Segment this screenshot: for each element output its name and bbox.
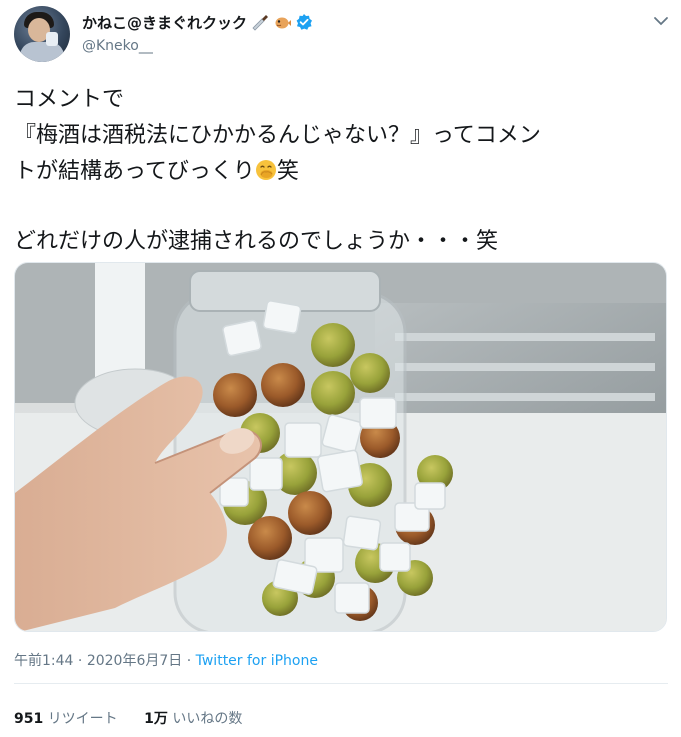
verified-badge-icon: [296, 14, 313, 30]
blowfish-icon: [275, 17, 292, 29]
kitchen-knife-icon: [252, 15, 269, 31]
display-name[interactable]: かねこ@きまぐれクック: [82, 12, 247, 33]
tweet-meta: 午前1:44 · 2020年6月7日 · Twitter for iPhone: [14, 650, 318, 670]
tweet-header: かねこ@きまぐれクック @Kneko__: [14, 6, 674, 66]
likes-stat[interactable]: 1万 いいねの数: [144, 711, 242, 727]
author-names: かねこ@きまぐれクック @Kneko__: [82, 10, 313, 54]
tweet-time[interactable]: 午前1:44: [14, 653, 73, 669]
handle[interactable]: @Kneko__: [82, 38, 313, 54]
tweet-photo[interactable]: [14, 262, 667, 632]
likes-label: いいねの数: [172, 711, 243, 727]
tweet-line: トが結構あってびっくり 笑: [14, 159, 299, 184]
face-with-hand-over-mouth-icon: [255, 160, 276, 180]
divider: [14, 683, 668, 684]
tweet-text: コメントで 『梅酒は酒税法にひかかるんじゃない？』ってコメン トが結構あってびっ…: [14, 82, 674, 260]
chevron-down-icon[interactable]: [652, 12, 670, 30]
retweets-stat[interactable]: 951 リツイート: [14, 711, 118, 727]
tweet-date[interactable]: 2020年6月7日: [87, 653, 182, 669]
retweets-label: リツイート: [47, 711, 118, 727]
tweet-source-link[interactable]: Twitter for iPhone: [196, 653, 318, 669]
meta-separator: ·: [186, 653, 192, 669]
retweets-count: 951: [14, 711, 44, 727]
tweet-line: コメントで: [14, 87, 125, 112]
tweet-line: どれだけの人が逮捕されるのでしょうか・・・笑: [14, 229, 499, 254]
tweet-stats: 951 リツイート 1万 いいねの数: [14, 708, 264, 728]
tweet-line: 『梅酒は酒税法にひかかるんじゃない？』ってコメン: [14, 123, 541, 148]
avatar[interactable]: [14, 6, 70, 62]
plum-wine-jar-photo: [15, 263, 666, 631]
likes-count: 1万: [144, 711, 168, 727]
meta-separator: ·: [77, 653, 83, 669]
